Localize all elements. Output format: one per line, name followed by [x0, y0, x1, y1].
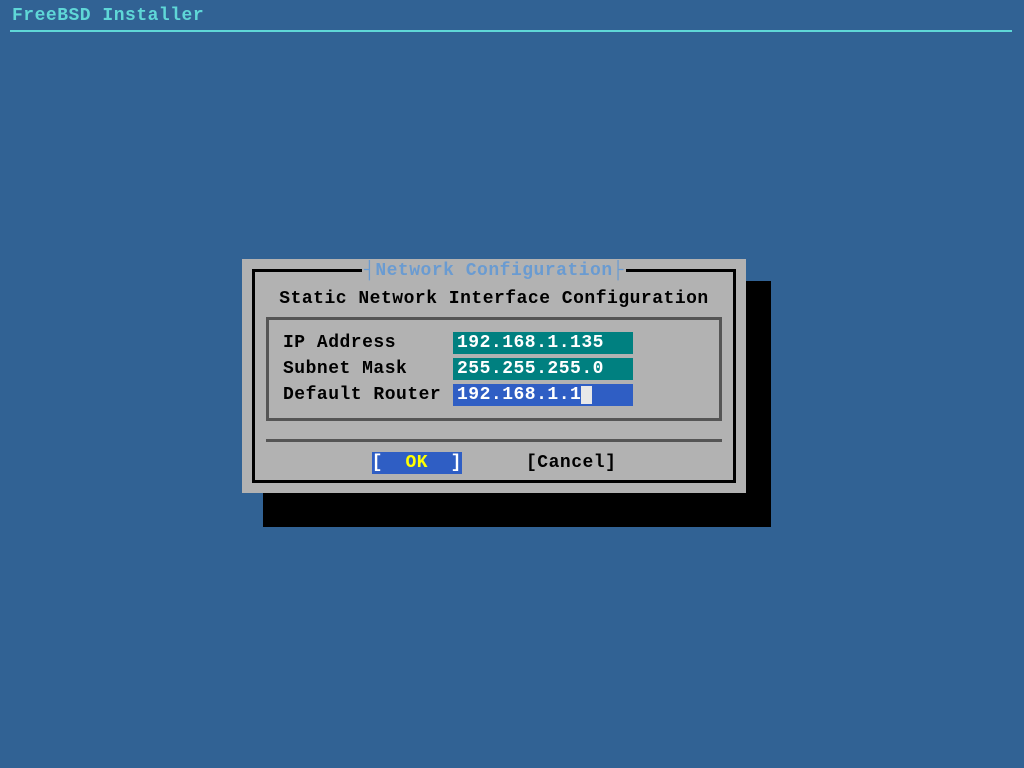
label-default-router: Default Router	[283, 385, 453, 405]
title-bracket-left: ┤	[364, 261, 375, 281]
form-box: IP Address 192.168.1.135 Subnet Mask 255…	[266, 317, 722, 421]
dialog-button-row: [ OK ] [Cancel]	[266, 439, 722, 483]
header-divider	[10, 30, 1012, 32]
cancel-button[interactable]: [Cancel]	[526, 453, 616, 473]
cancel-button-label: Cancel	[537, 453, 605, 473]
title-bracket-right: ├	[613, 261, 624, 281]
input-subnet-mask[interactable]: 255.255.255.0	[453, 358, 633, 380]
app-title: FreeBSD Installer	[12, 6, 204, 26]
text-cursor	[581, 386, 592, 404]
ok-bracket-right: ]	[428, 453, 462, 473]
dialog-title: ┤Network Configuration├	[362, 261, 626, 281]
dialog-subtitle: Static Network Interface Configuration	[242, 289, 746, 309]
cancel-bracket-right: ]	[605, 453, 616, 473]
input-ip-address[interactable]: 192.168.1.135	[453, 332, 633, 354]
value-subnet-mask: 255.255.255.0	[457, 359, 604, 379]
label-ip-address: IP Address	[283, 333, 453, 353]
value-default-router: 192.168.1.1	[457, 385, 581, 405]
ok-button[interactable]: [ OK ]	[372, 452, 462, 474]
dialog-title-text: Network Configuration	[375, 261, 612, 281]
label-subnet-mask: Subnet Mask	[283, 359, 453, 379]
row-default-router: Default Router 192.168.1.1	[283, 382, 705, 408]
input-default-router[interactable]: 192.168.1.1	[453, 384, 633, 406]
cancel-bracket-left: [	[526, 453, 537, 473]
app-header: FreeBSD Installer	[0, 0, 1024, 30]
ok-button-label: OK	[405, 453, 428, 473]
value-ip-address: 192.168.1.135	[457, 333, 604, 353]
ok-bracket-left: [	[372, 453, 406, 473]
network-config-dialog: ┤Network Configuration├ Static Network I…	[242, 259, 746, 493]
row-ip-address: IP Address 192.168.1.135	[283, 330, 705, 356]
row-subnet-mask: Subnet Mask 255.255.255.0	[283, 356, 705, 382]
